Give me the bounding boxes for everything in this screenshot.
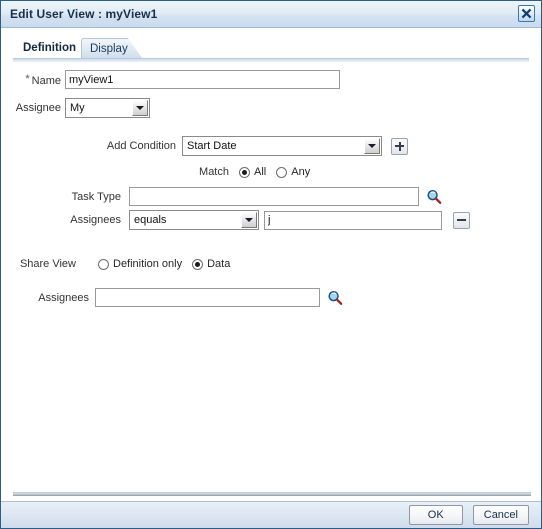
- minus-icon: [457, 216, 466, 225]
- assignees-operator-select[interactable]: equals: [129, 210, 259, 230]
- search-icon[interactable]: [426, 189, 442, 205]
- ok-button[interactable]: OK: [408, 505, 463, 525]
- search-icon[interactable]: [327, 290, 343, 306]
- assignee-select-value: My: [70, 102, 85, 114]
- assignees-condition-label: Assignees: [70, 214, 121, 226]
- content-separator: [13, 492, 531, 496]
- share-view-radio-definition-only[interactable]: Definition only: [98, 258, 182, 270]
- add-condition-button[interactable]: [391, 137, 408, 155]
- match-radio-all[interactable]: All: [239, 166, 266, 178]
- assignees-operator-value: equals: [134, 214, 167, 226]
- required-marker: *: [25, 72, 30, 85]
- share-assignees-input[interactable]: [95, 288, 320, 307]
- add-condition-label: Add Condition: [106, 140, 176, 152]
- share-view-radio-definition-only-label: Definition only: [113, 258, 183, 270]
- chevron-down-icon: [132, 100, 148, 116]
- radio-indicator: [239, 166, 250, 178]
- match-radio-any-label: Any: [291, 166, 311, 178]
- tab-definition[interactable]: Definition: [15, 38, 85, 59]
- assignees-condition-input[interactable]: [264, 210, 442, 230]
- share-view-radio-data-label: Data: [207, 258, 231, 270]
- share-view-radio-data[interactable]: Data: [192, 258, 230, 270]
- share-view-row: Share View Definition only Data: [1, 258, 240, 270]
- dialog-body: *Name Assignee My Add Condition Start Da…: [1, 62, 541, 508]
- plus-icon: [395, 141, 404, 151]
- share-assignees-label: Assignees: [38, 291, 89, 304]
- share-view-label: Share View: [19, 258, 76, 270]
- condition-row-task-type: Task Type: [1, 187, 442, 206]
- match-row: Match All Any: [1, 166, 320, 178]
- condition-row-assignees: Assignees equals: [1, 210, 470, 230]
- cancel-button[interactable]: Cancel: [472, 505, 529, 525]
- edit-user-view-dialog: Edit User View : myView1 Definition Disp…: [0, 0, 542, 529]
- radio-indicator: [276, 166, 288, 178]
- tab-strip: Definition Display: [1, 35, 541, 62]
- add-condition-row: Add Condition Start Date: [1, 136, 408, 156]
- assignee-select[interactable]: My: [65, 98, 150, 118]
- name-label: * Name: [25, 72, 61, 87]
- task-type-input[interactable]: [129, 187, 419, 206]
- name-input[interactable]: [65, 70, 340, 89]
- match-radio-group: All Any: [239, 166, 320, 178]
- match-label: Match: [199, 166, 229, 178]
- close-icon[interactable]: [518, 5, 535, 22]
- dialog-footer: OK Cancel: [1, 501, 541, 528]
- chevron-down-icon: [241, 212, 257, 228]
- tab-display[interactable]: Display: [81, 38, 143, 59]
- chevron-down-icon: [364, 138, 380, 154]
- match-radio-any[interactable]: Any: [276, 166, 310, 178]
- match-radio-all-label: All: [254, 166, 267, 178]
- radio-indicator: [192, 258, 204, 270]
- share-assignees-row: Assignees: [1, 288, 343, 307]
- share-view-radio-group: Definition only Data: [98, 258, 240, 270]
- task-type-label: Task Type: [71, 190, 121, 203]
- dialog-title-bar: Edit User View : myView1: [1, 1, 541, 28]
- assignee-row: Assignee My: [1, 98, 150, 118]
- add-condition-select[interactable]: Start Date: [182, 136, 382, 156]
- add-condition-select-value: Start Date: [187, 140, 237, 152]
- remove-condition-button[interactable]: [453, 211, 470, 229]
- name-row: * Name: [1, 70, 340, 89]
- radio-indicator: [98, 258, 109, 270]
- assignee-label: Assignee: [15, 102, 61, 114]
- dialog-title: Edit User View : myView1: [10, 7, 158, 21]
